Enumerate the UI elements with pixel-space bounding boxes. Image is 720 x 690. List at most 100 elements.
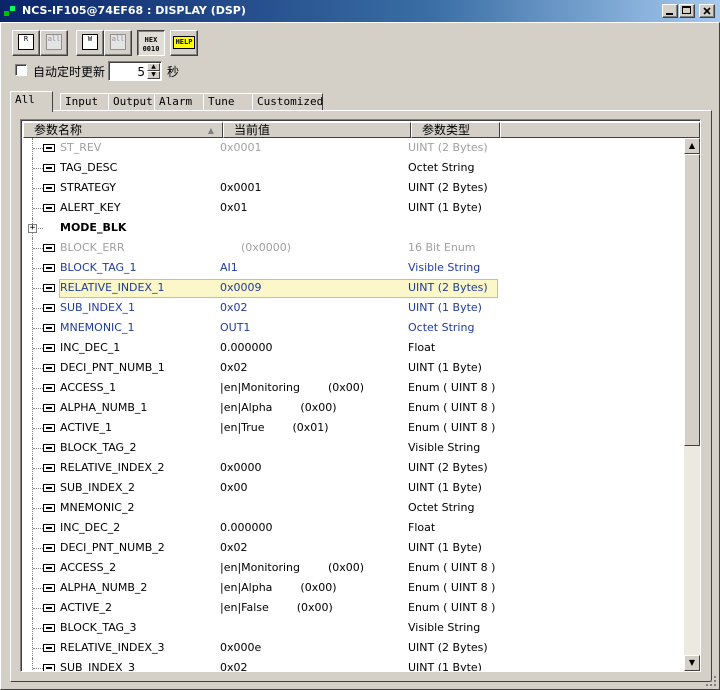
write-all-button[interactable]: all bbox=[104, 30, 132, 56]
param-value[interactable]: AI1 bbox=[220, 258, 410, 278]
param-value[interactable]: 0.000000 bbox=[220, 338, 410, 358]
table-row[interactable]: DECI_PNT_NUMB_1 0x02 UINT (1 Byte) bbox=[23, 358, 684, 378]
tree-connector bbox=[23, 638, 59, 658]
close-icon bbox=[703, 7, 711, 15]
tab-output[interactable]: Output bbox=[108, 93, 155, 111]
resize-grip-icon[interactable] bbox=[705, 675, 717, 687]
parameter-icon bbox=[43, 464, 55, 472]
table-row[interactable]: ALPHA_NUMB_2 |en|Alpha (0x00) Enum ( UINT … bbox=[23, 578, 684, 598]
param-value[interactable]: 0x0001 bbox=[220, 178, 410, 198]
refresh-interval-stepper[interactable]: 5 ▲ ▼ bbox=[108, 61, 162, 81]
param-value[interactable]: |en|Alpha (0x00) bbox=[220, 398, 410, 418]
param-name: MNEMONIC_1 bbox=[60, 321, 135, 334]
write-button[interactable]: W bbox=[76, 30, 104, 56]
scroll-up-button[interactable]: ▲ bbox=[684, 138, 700, 154]
param-value[interactable]: 0x02 bbox=[220, 298, 410, 318]
param-name: ALPHA_NUMB_1 bbox=[60, 401, 148, 414]
refresh-interval-value[interactable]: 5 bbox=[137, 65, 145, 79]
table-row[interactable]: ST_REV 0x0001 UINT (2 Bytes) bbox=[23, 138, 684, 158]
table-row[interactable]: SUB_INDEX_1 0x02 UINT (1 Byte) bbox=[23, 298, 684, 318]
scroll-thumb[interactable] bbox=[684, 154, 700, 446]
tab-tune[interactable]: Tune bbox=[203, 93, 253, 111]
table-row[interactable]: TAG_DESC Octet String bbox=[23, 158, 684, 178]
vertical-scrollbar[interactable]: ▲ ▼ bbox=[684, 138, 700, 671]
table-row[interactable]: ACTIVE_2 |en|False (0x00) Enum ( UINT 8 ) bbox=[23, 598, 684, 618]
table-row[interactable]: INC_DEC_1 0.000000 Float bbox=[23, 338, 684, 358]
param-type: Octet String bbox=[408, 161, 475, 174]
table-row[interactable]: + MODE_BLK bbox=[23, 218, 684, 238]
auto-refresh-checkbox[interactable] bbox=[15, 64, 27, 76]
param-value[interactable]: 0x01 bbox=[220, 198, 410, 218]
param-value[interactable]: 0x02 bbox=[220, 538, 410, 558]
column-header-name[interactable]: 参数名称 ▲ bbox=[23, 122, 223, 138]
param-value[interactable]: 0x02 bbox=[220, 358, 410, 378]
hex-display-toggle[interactable]: HEX 0010 bbox=[137, 30, 165, 56]
table-row[interactable]: BLOCK_ERR (0x0000) 16 Bit Enum bbox=[23, 238, 684, 258]
scroll-down-button[interactable]: ▼ bbox=[684, 655, 700, 671]
param-name: ACCESS_1 bbox=[60, 381, 117, 394]
tree-connector bbox=[23, 538, 59, 558]
column-type-label: 参数类型 bbox=[422, 123, 471, 137]
param-value[interactable]: OUT1 bbox=[220, 318, 410, 338]
param-value[interactable]: 0x0009 bbox=[220, 278, 410, 298]
list-header: 参数名称 ▲ 当前值 参数类型 bbox=[23, 122, 700, 138]
table-row[interactable]: ACCESS_1 |en|Monitoring (0x00) Enum ( UINT… bbox=[23, 378, 684, 398]
table-row[interactable]: BLOCK_TAG_1 AI1 Visible String bbox=[23, 258, 684, 278]
param-value[interactable]: 0x000e bbox=[220, 638, 410, 658]
param-value[interactable]: 0x02 bbox=[220, 658, 410, 671]
table-row[interactable]: RELATIVE_INDEX_3 0x000e UINT (2 Bytes) bbox=[23, 638, 684, 658]
parameter-icon bbox=[43, 304, 55, 312]
param-value[interactable]: |en|Monitoring (0x00) bbox=[220, 558, 410, 578]
table-row[interactable]: ALERT_KEY 0x01 UINT (1 Byte) bbox=[23, 198, 684, 218]
param-value[interactable]: |en|Monitoring (0x00) bbox=[220, 378, 410, 398]
column-value-label: 当前值 bbox=[234, 123, 271, 137]
param-value[interactable]: |en|False (0x00) bbox=[220, 598, 410, 618]
param-name: ACTIVE_1 bbox=[60, 421, 112, 434]
table-row[interactable]: ALPHA_NUMB_1 |en|Alpha (0x00) Enum ( UINT … bbox=[23, 398, 684, 418]
table-row[interactable]: BLOCK_TAG_2 Visible String bbox=[23, 438, 684, 458]
table-row[interactable]: ACTIVE_1 |en|True (0x01) Enum ( UINT 8 ) bbox=[23, 418, 684, 438]
table-row[interactable]: ACCESS_2 |en|Monitoring (0x00) Enum ( UINT… bbox=[23, 558, 684, 578]
table-row[interactable]: INC_DEC_2 0.000000 Float bbox=[23, 518, 684, 538]
tree-connector bbox=[23, 378, 59, 398]
parameter-list[interactable]: 参数名称 ▲ 当前值 参数类型 ST_REV 0x0001 UINT (2 Byte… bbox=[20, 119, 701, 672]
expand-icon[interactable]: + bbox=[28, 224, 37, 233]
read-button[interactable]: R bbox=[12, 30, 40, 56]
column-header-filler bbox=[500, 122, 700, 138]
column-header-type[interactable]: 参数类型 bbox=[411, 122, 500, 138]
read-all-button[interactable]: all bbox=[40, 30, 68, 56]
table-row[interactable]: STRATEGY 0x0001 UINT (2 Bytes) bbox=[23, 178, 684, 198]
tab-all[interactable]: All bbox=[10, 91, 53, 112]
table-row[interactable]: SUB_INDEX_3 0x02 UINT (1 Byte) bbox=[23, 658, 684, 671]
tab-input[interactable]: Input bbox=[60, 93, 109, 111]
close-button[interactable] bbox=[699, 4, 715, 18]
table-row[interactable]: SUB_INDEX_2 0x00 UINT (1 Byte) bbox=[23, 478, 684, 498]
maximize-button[interactable] bbox=[679, 4, 695, 18]
tab-alarm[interactable]: Alarm bbox=[154, 93, 204, 111]
maximize-icon bbox=[682, 6, 691, 14]
column-name-label: 参数名称 bbox=[34, 123, 83, 137]
minimize-button[interactable] bbox=[662, 4, 678, 18]
param-name: BLOCK_TAG_3 bbox=[60, 621, 137, 634]
column-header-value[interactable]: 当前值 bbox=[223, 122, 411, 138]
tab-customized[interactable]: Customized bbox=[252, 93, 323, 111]
table-row[interactable]: MNEMONIC_2 Octet String bbox=[23, 498, 684, 518]
help-button[interactable]: HELP bbox=[170, 30, 198, 56]
param-value[interactable]: |en|True (0x01) bbox=[220, 418, 410, 438]
table-row[interactable]: BLOCK_TAG_3 Visible String bbox=[23, 618, 684, 638]
param-value[interactable]: (0x0000) bbox=[220, 238, 410, 258]
param-value[interactable]: 0.000000 bbox=[220, 518, 410, 538]
decrement-button[interactable]: ▼ bbox=[147, 71, 160, 79]
increment-button[interactable]: ▲ bbox=[147, 63, 160, 71]
tree-connector bbox=[23, 558, 59, 578]
table-row[interactable]: RELATIVE_INDEX_1 0x0009 UINT (2 Bytes) bbox=[23, 278, 684, 298]
table-row[interactable]: DECI_PNT_NUMB_2 0x02 UINT (1 Byte) bbox=[23, 538, 684, 558]
param-value[interactable]: |en|Alpha (0x00) bbox=[220, 578, 410, 598]
title-bar[interactable]: NCS-IF105@74EF68 : DISPLAY (DSP) bbox=[0, 0, 720, 22]
sort-ascending-icon: ▲ bbox=[207, 126, 214, 135]
table-row[interactable]: MNEMONIC_1 OUT1 Octet String bbox=[23, 318, 684, 338]
table-row[interactable]: RELATIVE_INDEX_2 0x0000 UINT (2 Bytes) bbox=[23, 458, 684, 478]
param-value[interactable]: 0x0001 bbox=[220, 138, 410, 158]
param-value[interactable]: 0x00 bbox=[220, 478, 410, 498]
param-value[interactable]: 0x0000 bbox=[220, 458, 410, 478]
